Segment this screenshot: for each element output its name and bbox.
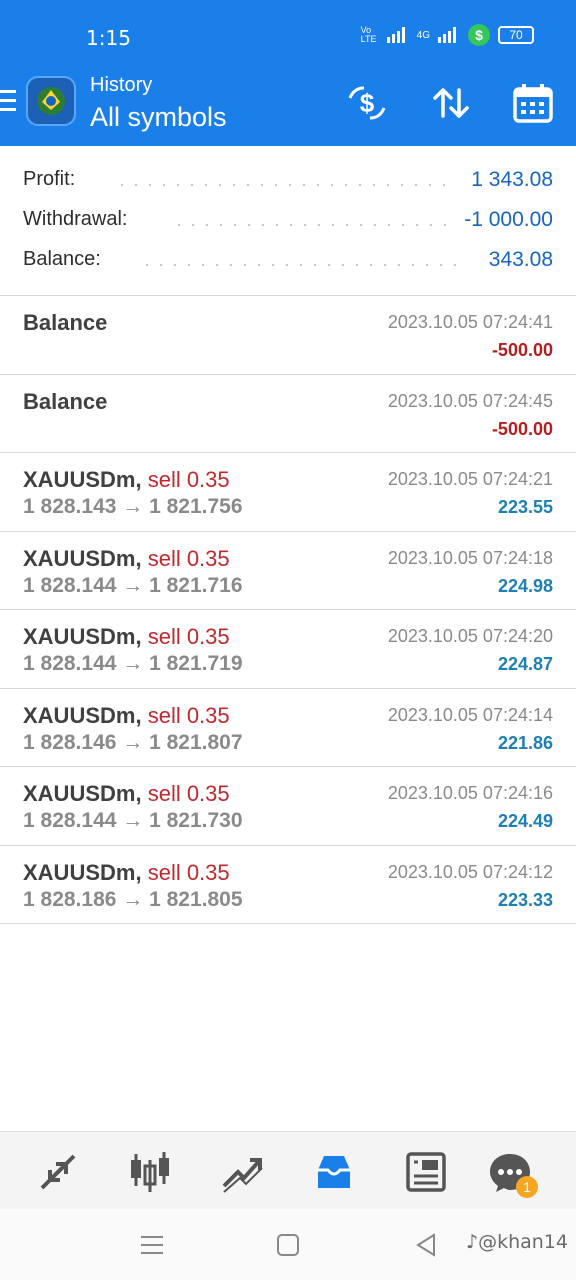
row-timestamp: 2023.10.05 07:24:14	[387, 704, 553, 725]
row-timestamp: 2023.10.05 07:24:16	[387, 783, 553, 803]
4g-label: 4G	[416, 29, 430, 41]
history-row[interactable]: XAUUSDm, sell 0.35 2023.10.05 07:24:20 1 8…	[0, 610, 576, 689]
chat-icon[interactable]: 1	[488, 1150, 538, 1198]
profit-label: Profit:	[23, 168, 76, 190]
balance-label: Balance:	[23, 248, 101, 270]
trade-direction: sell 0.35	[147, 624, 230, 649]
row-profit: 224.98	[497, 575, 553, 596]
row-profit: 221.86	[497, 732, 553, 753]
row-symbol: XAUUSDm, sell 0.35	[23, 546, 230, 572]
row-symbol: Balance	[23, 310, 107, 336]
page-title[interactable]: All symbols	[90, 102, 227, 133]
history-row[interactable]: Balance 2023.10.05 07:24:45 -500.00	[0, 375, 576, 453]
history-row[interactable]: XAUUSDm, sell 0.35 2023.10.05 07:24:16 1 8…	[0, 767, 576, 846]
app-bar: History All symbols $	[0, 66, 576, 146]
symbol-name: XAUUSDm,	[23, 545, 142, 571]
row-timestamp: 2023.10.05 07:24:20	[387, 626, 553, 646]
menu-icon[interactable]	[0, 90, 16, 116]
row-prices: 1 828.144 → 1 821.730	[23, 809, 243, 832]
row-prices: 1 828.144 → 1 821.716	[23, 573, 243, 597]
row-symbol: Balance	[23, 389, 107, 415]
page-subtitle: History	[90, 74, 153, 96]
row-prices: 1 828.186 → 1 821.805	[23, 887, 243, 911]
dots-leader	[115, 184, 445, 186]
history-row[interactable]: XAUUSDm, sell 0.35 2023.10.05 07:24:21 1 8…	[0, 453, 576, 532]
volte-label: Vo LTE	[360, 25, 377, 44]
dollar-app-icon: $	[468, 24, 490, 46]
withdrawal-label: Withdrawal:	[23, 208, 128, 230]
system-nav: ♪@khan14	[0, 1209, 576, 1280]
summary-panel: Profit: 1 343.08 Withdrawal: -1 000.00 B…	[0, 160, 576, 280]
profit-value: 1 343.08	[471, 168, 553, 191]
metatrader-logo-icon	[26, 76, 76, 126]
row-profit: -500.00	[491, 340, 553, 360]
row-profit: -500.00	[491, 418, 553, 439]
history-row[interactable]: XAUUSDm, sell 0.35 2023.10.05 07:24:12 1 8…	[0, 846, 576, 924]
signal-icon-2	[438, 27, 456, 43]
row-profit: 223.55	[497, 497, 553, 517]
row-prices: 1 828.146 → 1 821.807	[23, 730, 243, 754]
row-profit: 224.87	[497, 654, 553, 674]
history-list: Balance 2023.10.05 07:24:41 -500.00 Balance…	[0, 296, 576, 924]
summary-balance-row: Balance: 343.08	[0, 240, 576, 280]
chart-icon[interactable]	[128, 1150, 172, 1194]
row-timestamp: 2023.10.05 07:24:41	[387, 312, 553, 332]
row-symbol: XAUUSDm, sell 0.35	[23, 624, 230, 650]
summary-withdrawal-row: Withdrawal: -1 000.00	[0, 200, 576, 240]
news-icon[interactable]	[404, 1150, 448, 1194]
signal-icon	[386, 27, 405, 43]
row-profit: 224.49	[497, 811, 553, 831]
history-row[interactable]: XAUUSDm, sell 0.35 2023.10.05 07:24:14 1 8…	[0, 689, 576, 767]
symbol-name: XAUUSDm,	[23, 624, 142, 649]
home-icon[interactable]	[274, 1231, 302, 1259]
symbol-name: XAUUSDm,	[23, 781, 142, 806]
symbol-name: Balance	[23, 388, 108, 414]
recents-icon[interactable]	[138, 1231, 166, 1259]
row-timestamp: 2023.10.05 07:24:12	[387, 861, 553, 882]
status-time: 1:15	[86, 26, 131, 50]
row-symbol: XAUUSDm, sell 0.35	[23, 467, 230, 493]
trade-direction: sell 0.35	[147, 545, 230, 571]
symbol-name: XAUUSDm,	[23, 467, 142, 492]
trade-direction: sell 0.35	[147, 702, 230, 728]
watermark: ♪@khan14	[465, 1231, 568, 1253]
history-icon[interactable]	[312, 1150, 356, 1194]
summary-profit-row: Profit: 1 343.08	[0, 160, 576, 200]
battery-icon: 70	[498, 26, 534, 44]
history-row[interactable]: XAUUSDm, sell 0.35 2023.10.05 07:24:18 1 8…	[0, 532, 576, 610]
row-prices: 1 828.143 → 1 821.756	[23, 495, 243, 518]
status-bar: 1:15 Vo LTE 4G $ 70	[0, 0, 576, 66]
svg-text:$: $	[360, 88, 375, 118]
row-symbol: XAUUSDm, sell 0.35	[23, 703, 230, 729]
calendar-icon[interactable]	[510, 80, 556, 126]
bottom-nav: 1	[0, 1131, 576, 1209]
dots-leader	[140, 264, 466, 266]
sort-icon[interactable]	[428, 80, 474, 126]
chat-badge: 1	[516, 1176, 538, 1198]
dots-leader	[172, 224, 448, 226]
status-icons: Vo LTE 4G $ 70	[361, 24, 534, 46]
quotes-icon[interactable]	[36, 1150, 80, 1194]
row-timestamp: 2023.10.05 07:24:45	[387, 390, 553, 411]
row-prices: 1 828.144 → 1 821.719	[23, 652, 243, 675]
trade-icon[interactable]	[220, 1150, 264, 1194]
symbol-name: XAUUSDm,	[23, 702, 142, 728]
trade-direction: sell 0.35	[147, 859, 230, 885]
trade-direction: sell 0.35	[147, 781, 230, 806]
row-symbol: XAUUSDm, sell 0.35	[23, 860, 230, 886]
row-symbol: XAUUSDm, sell 0.35	[23, 781, 230, 807]
symbol-name: Balance	[23, 310, 108, 335]
trade-direction: sell 0.35	[147, 467, 230, 492]
withdrawal-value: -1 000.00	[464, 208, 553, 231]
row-timestamp: 2023.10.05 07:24:18	[387, 547, 553, 568]
row-timestamp: 2023.10.05 07:24:21	[387, 469, 553, 489]
history-row[interactable]: Balance 2023.10.05 07:24:41 -500.00	[0, 296, 576, 375]
dollar-swap-icon[interactable]: $	[344, 80, 390, 126]
symbol-name: XAUUSDm,	[23, 859, 142, 885]
back-icon[interactable]	[412, 1231, 440, 1259]
balance-value: 343.08	[488, 248, 553, 271]
row-profit: 223.33	[497, 889, 553, 910]
